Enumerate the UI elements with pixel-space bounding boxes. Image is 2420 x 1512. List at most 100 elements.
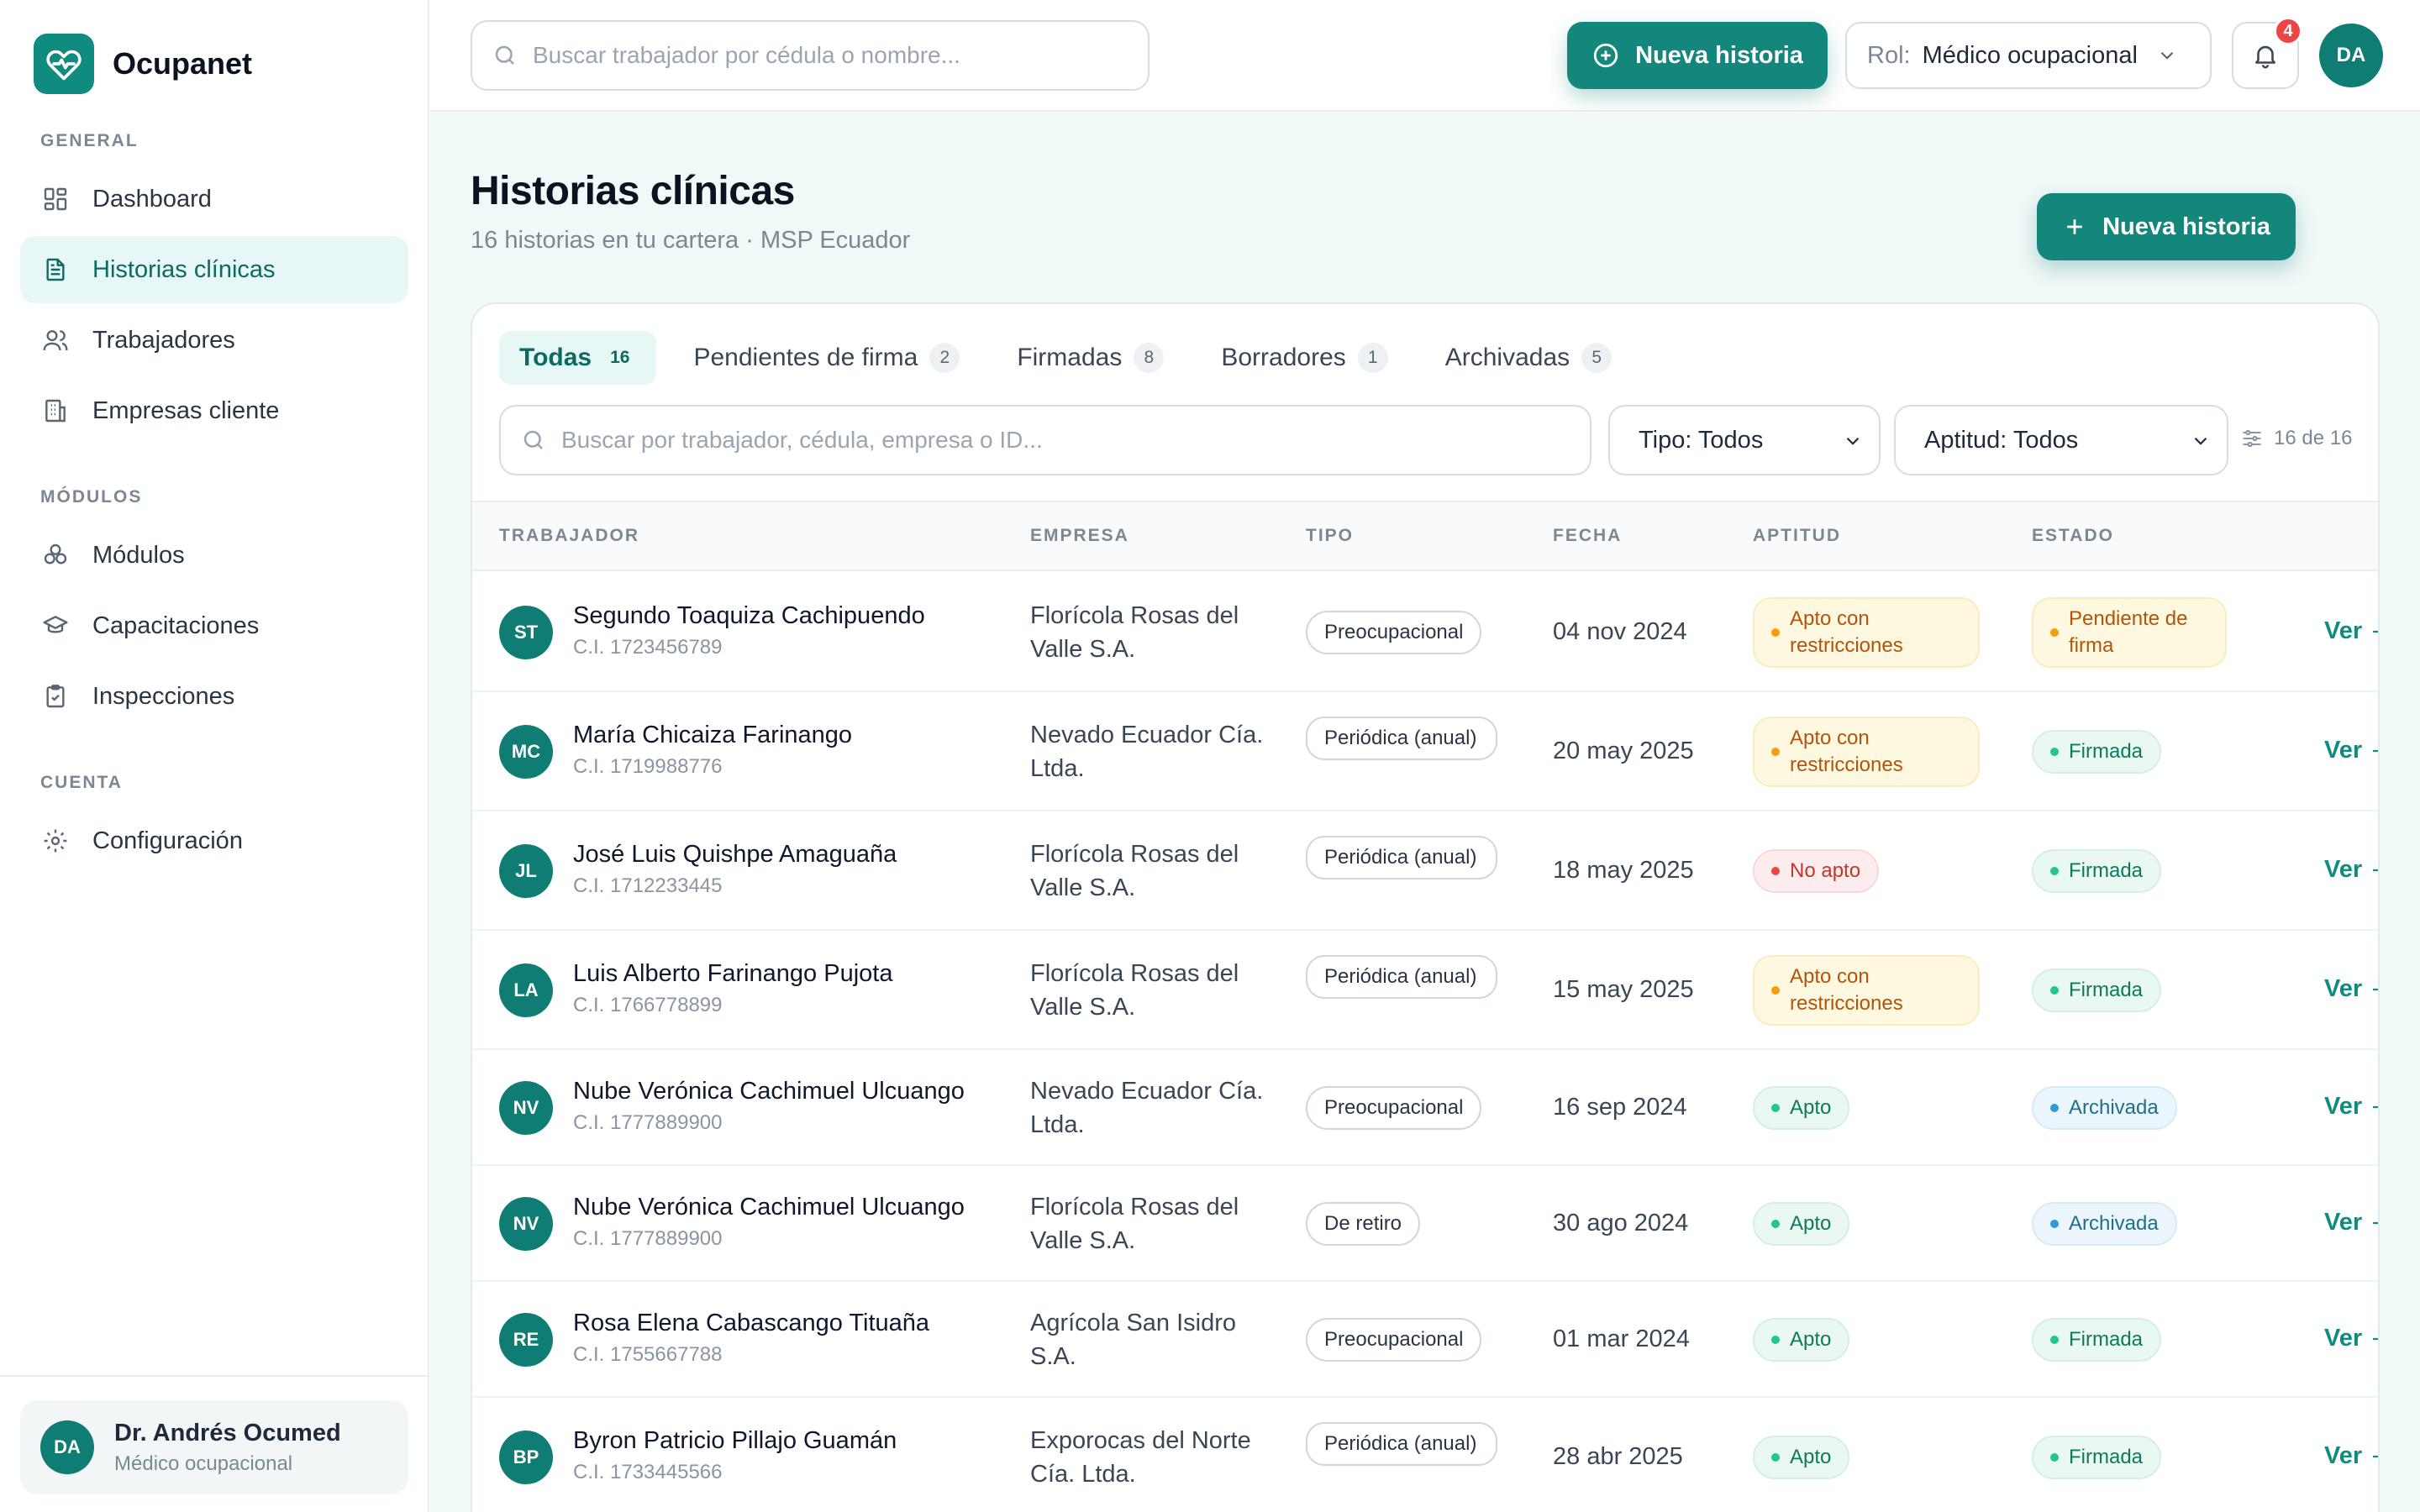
table-row[interactable]: NV Nube Verónica Cachimuel Ulcuango C.I. 1… bbox=[472, 1050, 2378, 1166]
tab-firmadas[interactable]: Firmadas 8 bbox=[997, 331, 1184, 385]
view-label: Ver bbox=[2324, 1442, 2363, 1469]
sidebar-item-trabajadores[interactable]: Trabajadores bbox=[20, 307, 408, 374]
notification-count-badge: 4 bbox=[2274, 17, 2302, 45]
type-filter-select[interactable]: Tipo: Todos bbox=[1608, 405, 1881, 475]
notifications-button[interactable]: 4 bbox=[2232, 17, 2302, 89]
worker-name[interactable]: Nube Verónica Cachimuel Ulcuango bbox=[573, 1078, 965, 1105]
worker-name[interactable]: Byron Patricio Pillajo Guamán bbox=[573, 1427, 897, 1455]
sidebar-item-label: Inspecciones bbox=[92, 682, 235, 710]
worker-name[interactable]: Nube Verónica Cachimuel Ulcuango bbox=[573, 1194, 965, 1221]
search-icon bbox=[521, 428, 546, 453]
worker-name[interactable]: María Chicaiza Farinango bbox=[573, 722, 852, 749]
sidebar-item-inspecciones[interactable]: Inspecciones bbox=[20, 663, 408, 730]
column-header-estado[interactable]: ESTADO bbox=[2032, 526, 2114, 546]
table-row[interactable]: LA Luis Alberto Farinango Pujota C.I. 1766… bbox=[472, 931, 2378, 1050]
record-date: 20 may 2025 bbox=[1553, 738, 1694, 764]
column-header-trabajador[interactable]: TRABAJADOR bbox=[499, 526, 639, 546]
type-badge: Preocupacional bbox=[1306, 1318, 1482, 1362]
search-input[interactable] bbox=[533, 42, 1148, 69]
record-date: 01 mar 2024 bbox=[1553, 1326, 1690, 1352]
brand[interactable]: Ocupanet bbox=[34, 34, 252, 94]
company-name: Nevado Ecuador Cía. Ltda. bbox=[1030, 1078, 1264, 1138]
status-text: Firmada bbox=[2069, 1446, 2144, 1468]
aptitude-filter-select[interactable]: Aptitud: Todos bbox=[1894, 405, 2228, 475]
avatar[interactable]: DA bbox=[2319, 24, 2383, 87]
arrow-right-icon bbox=[2369, 741, 2378, 761]
type-badge: Periódica (anual) bbox=[1306, 717, 1497, 760]
clipboard-check-icon bbox=[40, 681, 71, 711]
worker-name[interactable]: Rosa Elena Cabascango Tituaña bbox=[573, 1310, 929, 1337]
view-record-link[interactable]: Ver bbox=[2324, 856, 2378, 884]
user-role: Médico ocupacional bbox=[114, 1452, 293, 1475]
status-text: Firmada bbox=[2069, 979, 2144, 1001]
worker-name[interactable]: Segundo Toaquiza Cachipuendo bbox=[573, 602, 925, 630]
column-header-empresa[interactable]: EMPRESA bbox=[1030, 526, 1129, 546]
view-record-link[interactable]: Ver bbox=[2324, 1093, 2378, 1121]
aptitude-text: Apto con restricciones bbox=[1790, 965, 1903, 1015]
column-header-fecha[interactable]: FECHA bbox=[1553, 526, 1622, 546]
record-date: 15 may 2025 bbox=[1553, 976, 1694, 1003]
record-date: 28 abr 2025 bbox=[1553, 1443, 1683, 1470]
record-date: 30 ago 2024 bbox=[1553, 1210, 1689, 1236]
table-row[interactable]: BP Byron Patricio Pillajo Guamán C.I. 1733… bbox=[472, 1398, 2378, 1512]
tab-borradores[interactable]: Borradores 1 bbox=[1201, 331, 1407, 385]
view-label: Ver bbox=[2324, 856, 2363, 883]
column-header-tipo[interactable]: TIPO bbox=[1306, 526, 1354, 546]
avatar: NV bbox=[499, 1081, 553, 1135]
worker-name[interactable]: Luis Alberto Farinango Pujota bbox=[573, 960, 892, 988]
avatar: DA bbox=[40, 1420, 94, 1474]
table-row[interactable]: ST Segundo Toaquiza Cachipuendo C.I. 17234… bbox=[472, 573, 2378, 692]
role-select[interactable]: Rol: Médico ocupacional bbox=[1845, 22, 2212, 89]
sidebar-item-label: Dashboard bbox=[92, 185, 212, 213]
avatar: RE bbox=[499, 1313, 553, 1367]
building-icon bbox=[40, 396, 71, 426]
table-row[interactable]: MC María Chicaiza Farinango C.I. 171998877… bbox=[472, 692, 2378, 811]
status-badge: Firmada bbox=[2032, 969, 2162, 1012]
column-header-aptitud[interactable]: APTITUD bbox=[1753, 526, 1841, 546]
status-badge: Pendiente de firma bbox=[2032, 597, 2227, 668]
type-badge: Periódica (anual) bbox=[1306, 836, 1497, 879]
aptitude-badge: Apto con restricciones bbox=[1753, 597, 1980, 668]
sidebar-item-empresas-cliente[interactable]: Empresas cliente bbox=[20, 377, 408, 444]
table-row[interactable]: RE Rosa Elena Cabascango Tituaña C.I. 1755… bbox=[472, 1282, 2378, 1398]
sidebar: Ocupanet GENERAL Dashboard Historias clí… bbox=[0, 0, 429, 1512]
table-search-input[interactable] bbox=[561, 427, 1590, 454]
sidebar-item-modulos[interactable]: Módulos bbox=[20, 522, 408, 589]
worker-name[interactable]: José Luis Quishpe Amaguaña bbox=[573, 841, 897, 869]
sidebar-item-configuracion[interactable]: Configuración bbox=[20, 807, 408, 874]
tab-count: 16 bbox=[610, 348, 630, 367]
tab-archivadas[interactable]: Archivadas 5 bbox=[1425, 331, 1632, 385]
tab-todas[interactable]: Todas 16 bbox=[499, 331, 657, 385]
top-search[interactable] bbox=[471, 20, 1150, 91]
view-record-link[interactable]: Ver bbox=[2324, 737, 2378, 764]
company-name: Agrícola San Isidro S.A. bbox=[1030, 1310, 1237, 1370]
status-dot-icon bbox=[1771, 1453, 1780, 1462]
view-record-link[interactable]: Ver bbox=[2324, 975, 2378, 1003]
new-record-button[interactable]: Nueva historia bbox=[1567, 22, 1828, 89]
status-badge: Firmada bbox=[2032, 1436, 2162, 1479]
view-record-link[interactable]: Ver bbox=[2324, 1209, 2378, 1236]
sidebar-item-label: Configuración bbox=[92, 827, 243, 854]
arrow-right-icon bbox=[2369, 860, 2378, 880]
user-card[interactable]: DA Dr. Andrés Ocumed Médico ocupacional bbox=[20, 1400, 408, 1494]
sidebar-item-historias-clinicas[interactable]: Historias clínicas bbox=[20, 236, 408, 303]
table-row[interactable]: JL José Luis Quishpe Amaguaña C.I. 1712233… bbox=[472, 811, 2378, 931]
new-record-button-main[interactable]: Nueva historia bbox=[2037, 193, 2296, 260]
tab-pendientes-de-firma[interactable]: Pendientes de firma 2 bbox=[673, 331, 980, 385]
sidebar-item-capacitaciones[interactable]: Capacitaciones bbox=[20, 592, 408, 659]
graduation-cap-icon bbox=[40, 611, 71, 641]
sidebar-item-dashboard[interactable]: Dashboard bbox=[20, 165, 408, 233]
table-search[interactable] bbox=[499, 405, 1591, 475]
sidebar-item-label: Capacitaciones bbox=[92, 612, 260, 639]
status-text: Archivada bbox=[2069, 1212, 2159, 1235]
view-record-link[interactable]: Ver bbox=[2324, 617, 2378, 645]
view-label: Ver bbox=[2324, 975, 2363, 1002]
tab-count: 8 bbox=[1134, 343, 1165, 373]
table-row[interactable]: NV Nube Verónica Cachimuel Ulcuango C.I. 1… bbox=[472, 1166, 2378, 1282]
page-title: Historias clínicas bbox=[471, 169, 795, 213]
view-record-link[interactable]: Ver bbox=[2324, 1442, 2378, 1470]
view-record-link[interactable]: Ver bbox=[2324, 1325, 2378, 1352]
users-icon bbox=[40, 325, 71, 355]
arrow-right-icon bbox=[2369, 1446, 2378, 1467]
status-dot-icon bbox=[1771, 748, 1780, 756]
